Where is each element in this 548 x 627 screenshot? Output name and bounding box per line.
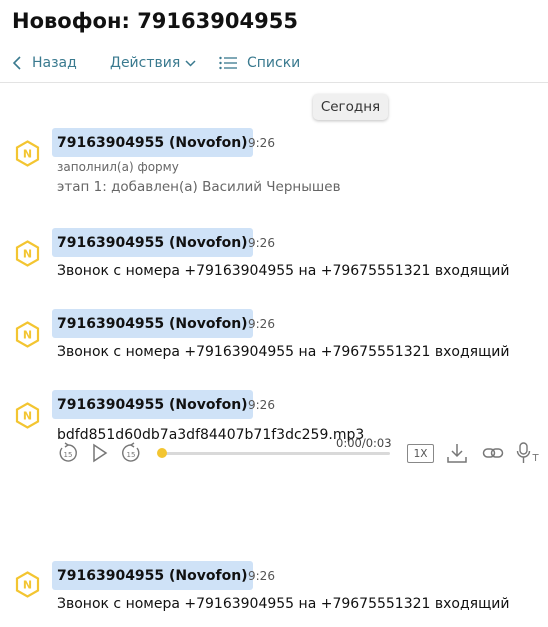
playback-speed-button[interactable]: 1X [407, 444, 434, 463]
lists-button[interactable]: Списки [219, 50, 300, 76]
download-icon[interactable] [446, 442, 468, 468]
audio-progress-handle[interactable] [157, 448, 167, 458]
novofon-logo-icon: N [14, 240, 41, 267]
svg-text:15: 15 [64, 451, 73, 459]
message-time: 9:26 [248, 317, 275, 331]
audio-progress-track[interactable] [160, 452, 390, 455]
rewind-15-icon[interactable]: 15 [57, 442, 79, 468]
audio-duration: 0:00/0:03 [336, 436, 392, 450]
message-text: Звонок с номера +79163904955 на +7967555… [57, 596, 510, 612]
message-text: Звонок с номера +79163904955 на +7967555… [57, 344, 510, 360]
novofon-logo-icon: N [14, 321, 41, 348]
message-time: 9:26 [248, 398, 275, 412]
message-sender[interactable]: 79163904955 (Novofon) [52, 390, 253, 419]
message-sender[interactable]: 79163904955 (Novofon) [52, 309, 253, 338]
forward-15-icon[interactable]: 15 [120, 442, 142, 468]
toolbar: Назад Действия Списки [0, 50, 548, 84]
novofon-logo-icon: N [14, 140, 41, 167]
novofon-logo-icon: N [14, 402, 41, 429]
transcribe-mic-icon[interactable]: T [516, 441, 542, 469]
play-icon[interactable] [92, 443, 108, 467]
svg-text:N: N [23, 148, 32, 161]
chevron-down-icon [185, 59, 196, 67]
message-sender[interactable]: 79163904955 (Novofon) [52, 228, 253, 257]
chevron-left-icon [13, 56, 21, 70]
message-text: Звонок с номера +79163904955 на +7967555… [57, 263, 510, 279]
date-separator: Сегодня [313, 94, 388, 120]
svg-text:N: N [23, 410, 32, 423]
svg-text:N: N [23, 248, 32, 261]
list-icon [219, 56, 237, 70]
message-text: этап 1: добавлен(а) Василий Чернышев [57, 179, 341, 195]
back-label: Назад [32, 55, 77, 71]
message-meta: заполнил(а) форму [57, 160, 179, 174]
message-sender[interactable]: 79163904955 (Novofon) [52, 561, 253, 590]
message-time: 9:26 [248, 569, 275, 583]
svg-text:N: N [23, 579, 32, 592]
header-divider [0, 82, 548, 83]
novofon-logo-icon: N [14, 571, 41, 598]
page-title: Новофон: 79163904955 [12, 9, 298, 33]
message-time: 9:26 [248, 136, 275, 150]
message-sender[interactable]: 79163904955 (Novofon) [52, 128, 253, 157]
svg-text:N: N [23, 329, 32, 342]
message-time: 9:26 [248, 236, 275, 250]
back-button[interactable]: Назад [13, 50, 77, 76]
actions-label: Действия [110, 55, 181, 71]
link-icon[interactable] [482, 444, 504, 466]
lists-label: Списки [247, 55, 301, 71]
audio-player: 15 15 0:00/0:03 1X T [0, 434, 548, 470]
svg-text:15: 15 [127, 451, 136, 459]
actions-menu-button[interactable]: Действия [110, 50, 196, 76]
svg-text:T: T [531, 453, 539, 464]
